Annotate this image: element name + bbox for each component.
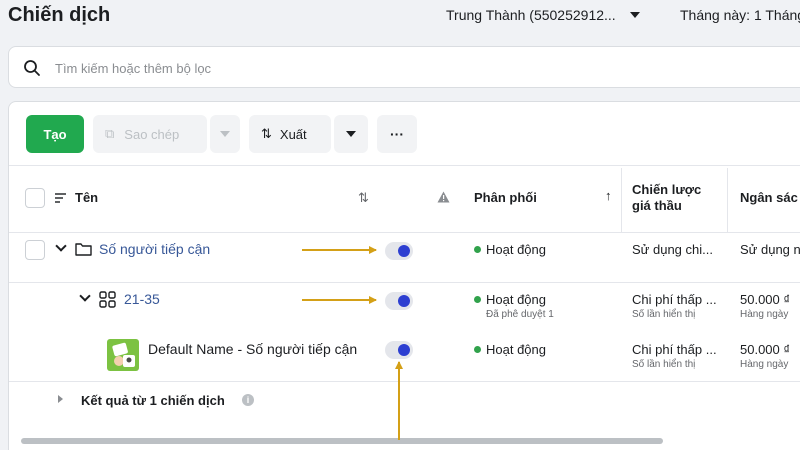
- ad-status-toggle[interactable]: [385, 341, 413, 359]
- divider: [9, 381, 800, 382]
- column-divider: [727, 168, 728, 232]
- export-button-label: Xuất: [279, 126, 307, 142]
- warning-icon: [437, 191, 450, 203]
- copy-button-label: Sao chép: [124, 126, 180, 142]
- delivery-status-label: Hoạt động: [486, 292, 546, 307]
- row-checkbox[interactable]: [25, 240, 45, 260]
- delivery-status: Hoạt động: [474, 292, 546, 307]
- budget-cell: Sử dụng n: [740, 242, 800, 257]
- adset-name-link[interactable]: 21-35: [124, 291, 160, 307]
- folder-icon: [75, 243, 92, 256]
- toggle-knob: [398, 295, 410, 307]
- date-range-selector[interactable]: Tháng này: 1 Tháng: [680, 7, 800, 23]
- status-dot: [474, 296, 481, 303]
- search-bar[interactable]: [8, 46, 800, 88]
- bid-strategy-cell: Chi phí thấp ...: [632, 292, 717, 307]
- column-header-bid-strategy-line2: giá thầu: [632, 198, 682, 213]
- budget-sub: Hàng ngày: [740, 309, 789, 320]
- toggle-knob: [398, 344, 410, 356]
- bid-strategy-cell: Chi phí thấp ...: [632, 342, 717, 357]
- chevron-down-icon: [220, 131, 230, 137]
- column-header-delivery[interactable]: Phân phối: [474, 190, 537, 205]
- export-dropdown-button[interactable]: [334, 115, 368, 153]
- sort-icon[interactable]: [54, 192, 67, 204]
- divider: [9, 232, 800, 233]
- campaign-status-toggle[interactable]: [385, 242, 413, 260]
- sort-ascending-icon[interactable]: ↑: [605, 188, 612, 203]
- copy-icon: ⧉: [105, 126, 115, 141]
- copy-dropdown-button[interactable]: [210, 115, 240, 153]
- account-selector[interactable]: Trung Thành (550252912...: [446, 7, 616, 23]
- more-options-button[interactable]: ···: [377, 115, 417, 153]
- expand-summary-icon[interactable]: [58, 395, 63, 403]
- delivery-status: Hoạt động: [474, 242, 546, 257]
- delivery-substatus: Đã phê duyệt 1: [486, 309, 554, 320]
- delivery-status: Hoạt động: [474, 342, 546, 357]
- chevron-down-icon[interactable]: [55, 240, 67, 252]
- export-button[interactable]: ⇅ Xuất: [249, 115, 331, 153]
- column-header-bid-strategy[interactable]: Chiến lược giá thầu: [632, 182, 701, 214]
- bid-strategy-sub: Số lần hiển thị: [632, 309, 696, 320]
- top-bar: Chiến dịch Trung Thành (550252912... Thá…: [0, 0, 800, 36]
- export-icon: ⇅: [261, 126, 272, 141]
- horizontal-scrollbar[interactable]: [21, 438, 663, 444]
- adset-status-toggle[interactable]: [385, 292, 413, 310]
- status-dot: [474, 246, 481, 253]
- budget-sub: Hàng ngày: [740, 359, 789, 370]
- campaign-table-panel: Tạo ⧉ Sao chép ⇅ Xuất ··· Tên ⇅ Phân phố…: [8, 101, 800, 450]
- bid-strategy-sub: Số lần hiển thị: [632, 359, 696, 370]
- sort-toggle-icon[interactable]: ⇅: [358, 190, 369, 206]
- column-divider: [621, 168, 622, 232]
- chevron-down-icon[interactable]: [79, 290, 91, 302]
- campaign-name-link[interactable]: Số người tiếp cận: [99, 241, 210, 257]
- create-button[interactable]: Tạo: [26, 115, 84, 153]
- column-header-budget[interactable]: Ngân sác: [740, 190, 798, 205]
- ad-name[interactable]: Default Name - Số người tiếp cận: [148, 341, 357, 357]
- delivery-status-label: Hoạt động: [486, 242, 546, 257]
- grid-icon: [99, 291, 116, 308]
- column-header-name[interactable]: Tên: [75, 190, 98, 205]
- delivery-status-label: Hoạt động: [486, 342, 546, 357]
- results-summary: Kết quả từ 1 chiến dịch: [81, 393, 225, 408]
- bid-strategy-cell: Sử dụng chi...: [632, 242, 713, 257]
- page-title: Chiến dịch: [8, 4, 111, 26]
- search-input[interactable]: [55, 57, 655, 79]
- chevron-down-icon: [346, 131, 356, 137]
- column-header-bid-strategy-line1: Chiến lược: [632, 182, 702, 197]
- select-all-checkbox[interactable]: [25, 188, 45, 208]
- divider: [9, 165, 800, 166]
- ad-thumbnail-icon[interactable]: [107, 339, 139, 371]
- search-icon: [24, 60, 40, 76]
- copy-button[interactable]: ⧉ Sao chép: [93, 115, 207, 153]
- budget-cell: 50.000 ₫: [740, 292, 791, 307]
- toggle-knob: [398, 245, 410, 257]
- budget-cell: 50.000 ₫: [740, 342, 791, 357]
- chevron-down-icon[interactable]: [630, 12, 640, 18]
- status-dot: [474, 346, 481, 353]
- info-icon[interactable]: i: [242, 394, 254, 406]
- divider: [9, 282, 800, 283]
